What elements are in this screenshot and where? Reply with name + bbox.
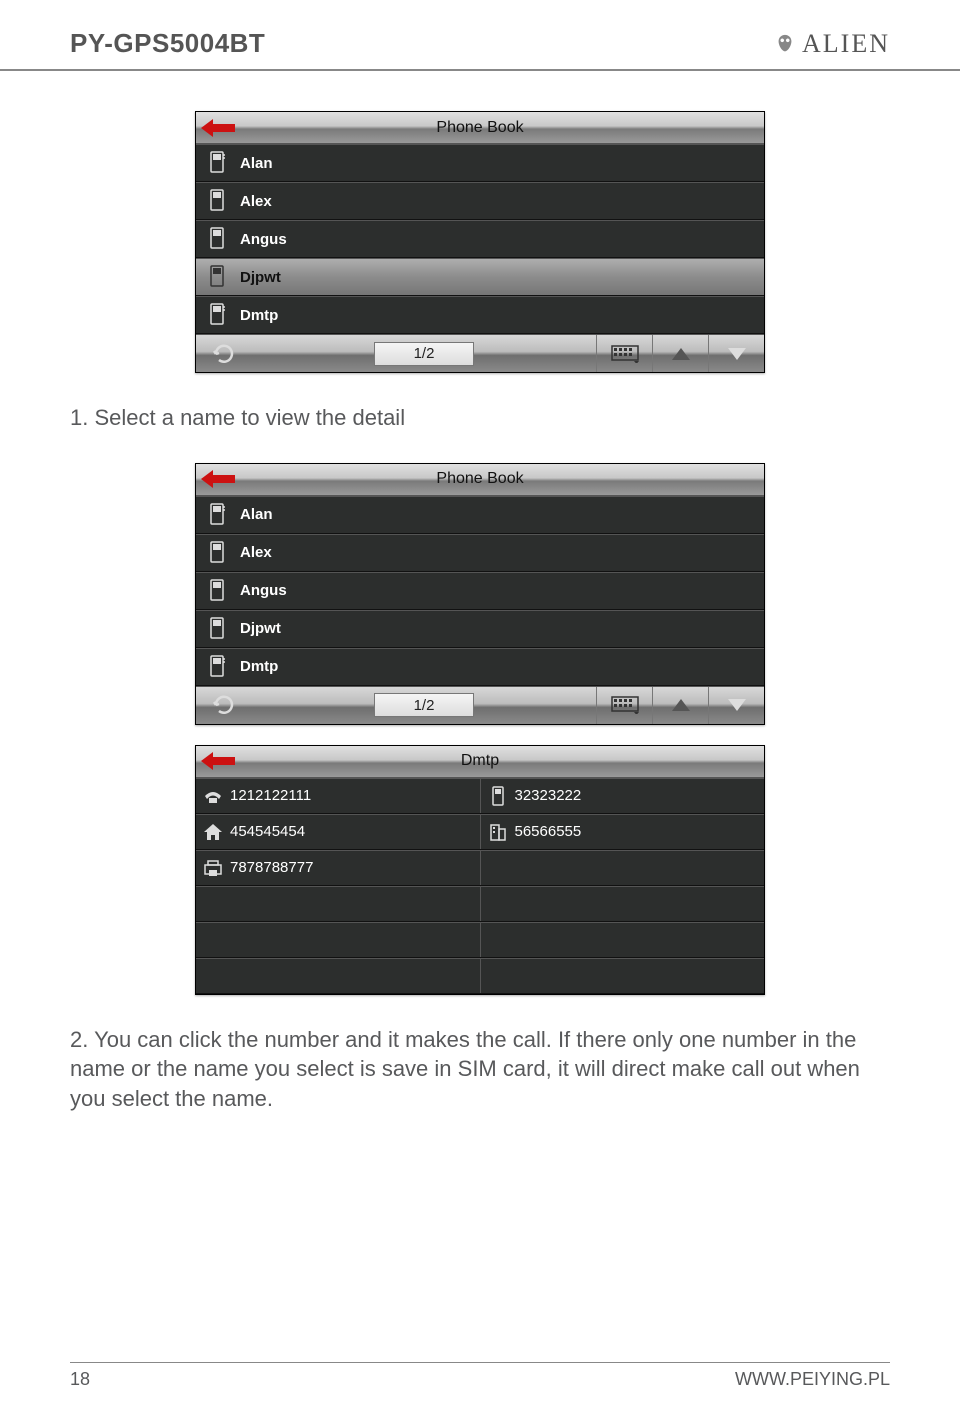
contact-detail-grid: 1212122111 32323222 454545454 56566555 (196, 778, 764, 994)
telephone-icon (196, 788, 230, 804)
contact-name: Alex (240, 544, 272, 561)
page-indicator: 1/2 (252, 693, 596, 717)
title-bar: Phone Book (196, 464, 764, 496)
detail-cell-phone[interactable]: 1212122111 (196, 779, 481, 813)
detail-cell-home[interactable]: 454545454 (196, 815, 481, 849)
brand-logo: ALIEN (774, 29, 890, 59)
contact-name: Djpwt (240, 620, 281, 637)
detail-cell-office[interactable]: 56566555 (481, 815, 765, 849)
instruction-step-2: 2. You can click the number and it makes… (70, 1025, 890, 1114)
contact-row[interactable]: Dmtp (196, 296, 764, 334)
contact-row[interactable]: Alan (196, 144, 764, 182)
contact-list: Alan Alex Angus Djpwt Dmtp (196, 144, 764, 334)
page-indicator: 1/2 (252, 342, 596, 366)
contact-name: Alan (240, 155, 273, 172)
detail-cell-empty (481, 959, 765, 993)
mobile-number: 32323222 (515, 787, 582, 804)
detail-cell-mobile[interactable]: 32323222 (481, 779, 765, 813)
contact-row[interactable]: Dmtp (196, 648, 764, 686)
page-number-box: 1/2 (374, 342, 474, 366)
phone-icon (196, 303, 240, 327)
office-number: 56566555 (515, 823, 582, 840)
phone-icon (196, 579, 240, 603)
detail-cell-fax[interactable]: 7878788777 (196, 851, 481, 885)
contact-name: Alex (240, 193, 272, 210)
down-button[interactable] (708, 687, 764, 724)
mobile-icon (481, 786, 515, 806)
page-header: PY-GPS5004BT ALIEN (0, 0, 960, 71)
office-icon (481, 823, 515, 841)
instruction-step-1: 1. Select a name to view the detail (70, 403, 890, 433)
detail-cell-empty (196, 887, 481, 921)
back-button[interactable] (196, 752, 240, 770)
fax-icon (196, 860, 230, 876)
contact-name: Angus (240, 231, 287, 248)
down-button[interactable] (708, 335, 764, 372)
model-code: PY-GPS5004BT (70, 28, 265, 59)
screenshot-phonebook: Phone Book Alan Alex Angus Djpwt Dmtp (195, 463, 765, 725)
keyboard-button[interactable] (596, 335, 652, 372)
contact-row[interactable]: Angus (196, 220, 764, 258)
contact-name: Dmtp (240, 307, 278, 324)
phone-icon (196, 541, 240, 565)
title-bar: Phone Book (196, 112, 764, 144)
title-bar: Dmtp (196, 746, 764, 778)
phone-icon (196, 617, 240, 641)
detail-cell-empty (196, 959, 481, 993)
alien-head-icon (774, 33, 796, 55)
fax-number: 7878788777 (230, 859, 313, 876)
contact-row-selected[interactable]: Djpwt (196, 258, 764, 296)
contact-row[interactable]: Djpwt (196, 610, 764, 648)
keyboard-button[interactable] (596, 687, 652, 724)
screenshot-contact-detail: Dmtp 1212122111 32323222 454545454 (195, 745, 765, 995)
detail-cell-empty (481, 851, 765, 885)
contact-row[interactable]: Angus (196, 572, 764, 610)
refresh-button[interactable] (196, 335, 252, 372)
contact-name: Djpwt (240, 269, 281, 286)
bottom-toolbar: 1/2 (196, 334, 764, 372)
contact-list: Alan Alex Angus Djpwt Dmtp (196, 496, 764, 686)
contact-row[interactable]: Alex (196, 534, 764, 572)
contact-name: Alan (240, 506, 273, 523)
home-number: 454545454 (230, 823, 305, 840)
phone-icon (196, 503, 240, 527)
screen-title: Phone Book (196, 119, 764, 137)
detail-cell-empty (481, 923, 765, 957)
phone-icon (196, 655, 240, 679)
detail-cell-empty (196, 923, 481, 957)
up-button[interactable] (652, 335, 708, 372)
screen-title: Dmtp (196, 752, 764, 770)
page-number-box: 1/2 (374, 693, 474, 717)
up-button[interactable] (652, 687, 708, 724)
contact-row[interactable]: Alex (196, 182, 764, 220)
home-icon (196, 823, 230, 841)
phone-icon (196, 189, 240, 213)
bottom-toolbar: 1/2 (196, 686, 764, 724)
page-footer: 18 WWW.PEIYING.PL (70, 1362, 890, 1390)
contact-name: Dmtp (240, 658, 278, 675)
contact-row[interactable]: Alan (196, 496, 764, 534)
contact-name: Angus (240, 582, 287, 599)
phone-icon (196, 151, 240, 175)
phone-icon (196, 227, 240, 251)
brand-text: ALIEN (802, 29, 890, 59)
screen-title: Phone Book (196, 470, 764, 488)
refresh-button[interactable] (196, 687, 252, 724)
screenshot-phonebook-selected: Phone Book Alan Alex Angus Djpwt Dmtp (195, 111, 765, 373)
phone-icon (196, 265, 240, 289)
phone-number: 1212122111 (230, 787, 311, 804)
detail-cell-empty (481, 887, 765, 921)
back-button[interactable] (196, 119, 240, 137)
page-number: 18 (70, 1369, 90, 1390)
back-button[interactable] (196, 470, 240, 488)
footer-url: WWW.PEIYING.PL (735, 1369, 890, 1390)
